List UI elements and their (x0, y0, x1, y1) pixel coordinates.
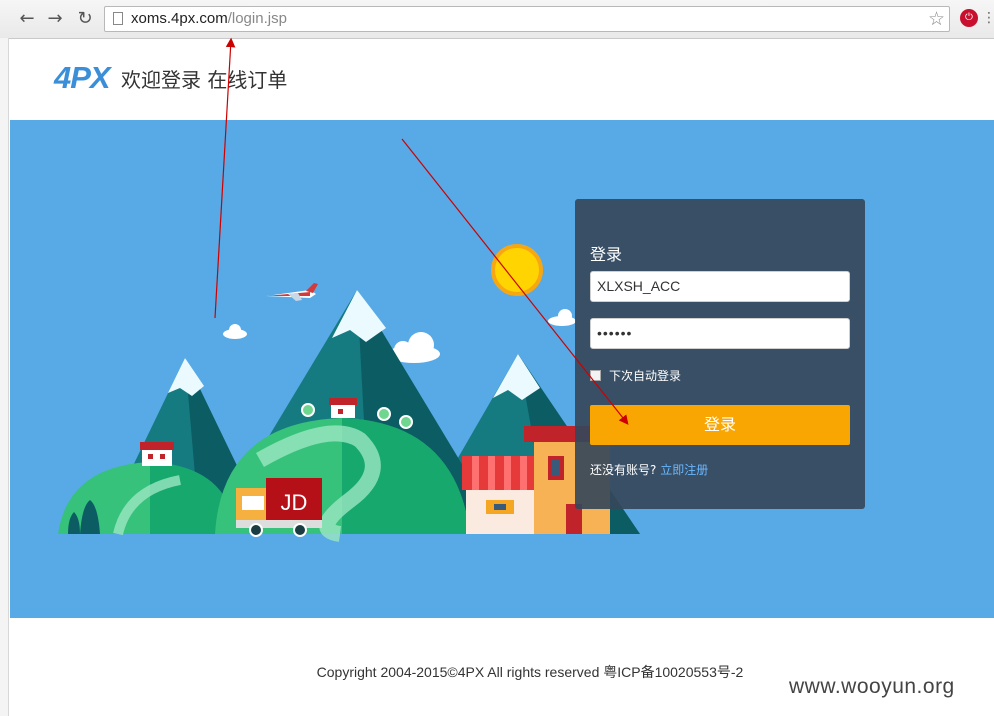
cloud-icon (548, 309, 576, 326)
extension-icon[interactable]: ⏻ (960, 9, 978, 27)
password-input[interactable]: •••••• (590, 318, 850, 349)
site-logo[interactable]: 4PX (54, 60, 111, 96)
window-edge (0, 38, 9, 716)
shop-icon (462, 456, 540, 534)
register-link[interactable]: 立即注册 (660, 463, 708, 477)
back-arrow-icon[interactable]: ← (16, 8, 38, 30)
truck-label: JD (281, 490, 308, 515)
login-title: 登录 (590, 245, 623, 264)
reload-icon[interactable]: ↻ (74, 8, 96, 30)
house-icon (329, 398, 357, 418)
watermark-text: www.wooyun.org (789, 675, 955, 698)
browser-menu-icon[interactable]: ⋮ (982, 8, 994, 28)
sun-icon (491, 244, 543, 296)
page-icon (113, 12, 123, 25)
house-icon (140, 442, 174, 466)
forward-arrow-icon[interactable]: → (44, 8, 66, 30)
url-text[interactable]: xoms.4px.com/login.jsp (131, 10, 287, 27)
remember-label: 下次自动登录 (609, 369, 682, 383)
page-root: ← → ↻ xoms.4px.com/login.jsp ☆ ⏻ ⋮ 4PX 欢… (0, 0, 994, 716)
login-panel: 登录 XLXSH_ACC •••••• 下次自动登录 登录 还没有账号? 立即注… (575, 199, 865, 509)
register-row: 还没有账号? 立即注册 (590, 461, 708, 478)
remember-me[interactable]: 下次自动登录 (590, 367, 681, 384)
airplane-icon (266, 283, 318, 301)
no-account-text: 还没有账号? (590, 463, 657, 477)
remember-checkbox[interactable] (590, 370, 601, 381)
cloud-icon (223, 324, 247, 339)
login-button[interactable]: 登录 (590, 405, 850, 445)
browser-toolbar: ← → ↻ xoms.4px.com/login.jsp ☆ ⏻ ⋮ (0, 0, 994, 39)
url-path: /login.jsp (227, 10, 287, 27)
username-input[interactable]: XLXSH_ACC (590, 271, 850, 302)
url-host: xoms.4px.com (131, 10, 228, 27)
header-title: 欢迎登录 在线订单 (121, 68, 288, 92)
bookmark-star-icon[interactable]: ☆ (928, 8, 945, 30)
address-bar[interactable]: xoms.4px.com/login.jsp ☆ (104, 6, 950, 32)
